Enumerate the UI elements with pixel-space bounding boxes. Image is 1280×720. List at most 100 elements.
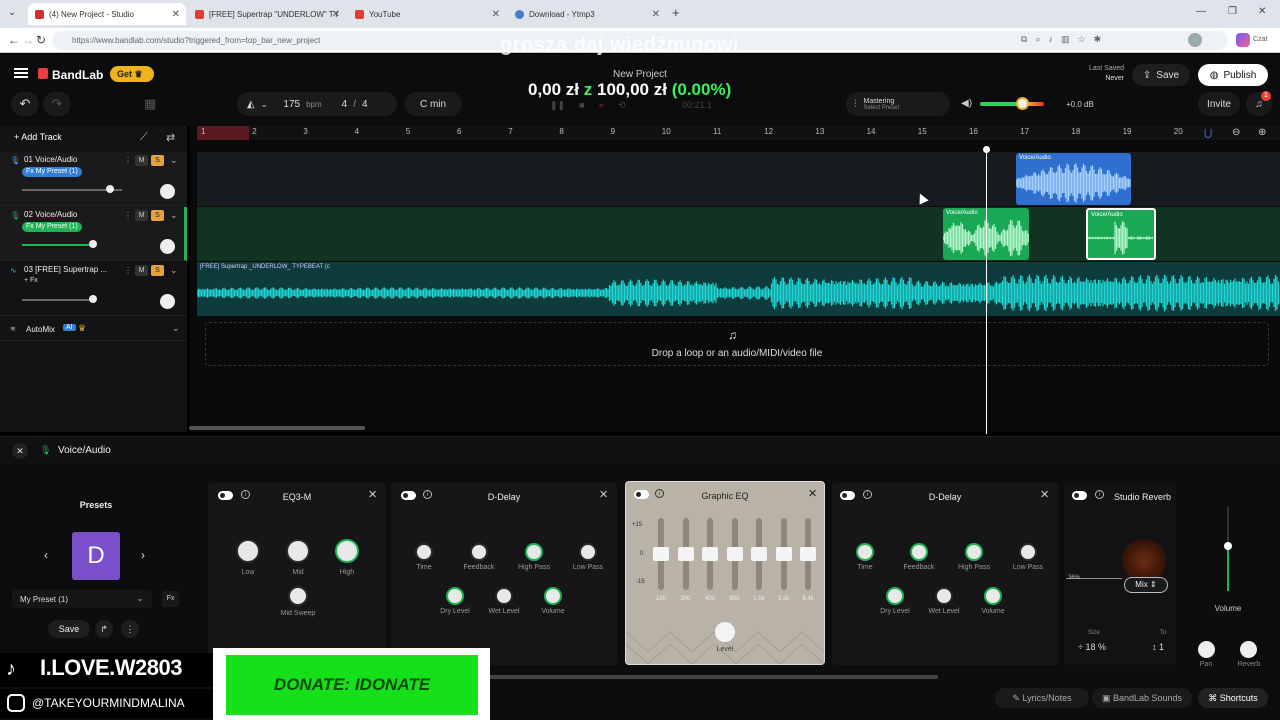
solo-button[interactable]: S [151, 155, 164, 166]
key-selector[interactable]: C min [404, 92, 462, 116]
share-icon[interactable]: ↱ [95, 620, 113, 638]
knob-feedback[interactable] [470, 543, 488, 561]
pan-knob[interactable] [1198, 641, 1215, 658]
track-volume-slider[interactable] [22, 244, 94, 246]
copilot-icon[interactable] [1236, 33, 1250, 47]
volume-handle[interactable] [89, 240, 97, 248]
knob-volume[interactable] [984, 587, 1002, 605]
preset-avatar[interactable]: D [72, 532, 120, 580]
volume-handle[interactable] [106, 185, 114, 193]
undo-button[interactable]: ↶ [11, 92, 39, 116]
track-row[interactable]: 🎙 01 Voice/Audio ⋮ M S ⌄ Fx My Preset (1… [0, 152, 187, 206]
close-effect-icon[interactable]: ✕ [1040, 488, 1049, 501]
tempo-value[interactable]: 175 [283, 99, 300, 110]
speaker-icon[interactable]: ◀) [961, 98, 972, 109]
metronome-icon[interactable]: ◭ [247, 99, 255, 110]
eq-band-handle[interactable] [751, 547, 767, 561]
profile-avatar[interactable] [1188, 33, 1202, 47]
drop-zone[interactable]: ♫ Drop a loop or an audio/MIDI/video fil… [205, 322, 1269, 366]
tab-youtube[interactable]: YouTube ✕ [348, 3, 506, 25]
track-row[interactable]: ∿ 03 [FREE] Supertrap ... ⋮ M S ⌄ + Fx [0, 262, 187, 316]
record-icon[interactable]: ● [599, 100, 604, 111]
close-window-icon[interactable]: ✕ [1258, 6, 1266, 17]
eq-band-handle[interactable] [800, 547, 816, 561]
kebab-menu-icon[interactable]: ⋮ [124, 211, 132, 220]
get-membership-button[interactable]: Get ♛ [110, 66, 154, 82]
level-knob[interactable] [715, 622, 735, 642]
previous-preset-icon[interactable]: ‹ [44, 548, 48, 562]
tab-list-icon[interactable]: ⌄ [8, 7, 16, 18]
close-effect-icon[interactable]: ✕ [599, 488, 608, 501]
chevron-down-icon[interactable]: ⌄ [170, 265, 178, 276]
signature-numerator[interactable]: 4 [342, 99, 348, 110]
project-title[interactable]: New Project [590, 69, 690, 80]
track-name[interactable]: 02 Voice/Audio [24, 210, 77, 219]
eq-band-handle[interactable] [726, 547, 743, 561]
chevron-down-icon[interactable]: ⌄ [170, 155, 178, 166]
mix-selector[interactable]: Mix ⇕ [1124, 577, 1168, 593]
snap-magnet-icon[interactable]: ⋃ [1204, 128, 1212, 139]
lyrics-notes-button[interactable]: ✎ Lyrics/Notes [995, 688, 1089, 708]
reverb-knob[interactable] [1240, 641, 1257, 658]
timeline-ruler[interactable]: 1 2 3 4 5 6 7 8 9 10 11 12 13 14 15 16 17 18 19 20 [197, 126, 1280, 140]
tab-ytmp3[interactable]: Download - Ytmp3 ✕ [508, 3, 666, 25]
shortcuts-button[interactable]: ⌘ Shortcuts [1198, 688, 1268, 708]
mute-button[interactable]: M [135, 210, 148, 221]
maximize-icon[interactable]: ❐ [1228, 6, 1237, 17]
close-tab-icon[interactable]: ✕ [492, 9, 500, 20]
fx-button[interactable]: Fx [162, 591, 179, 607]
master-volume-slider[interactable] [980, 102, 1044, 106]
star-icon[interactable]: ☆ [1078, 34, 1086, 46]
save-preset-button[interactable]: Save [48, 620, 90, 638]
info-icon[interactable]: i [1095, 490, 1104, 499]
knob-mid[interactable] [286, 539, 310, 563]
invite-button[interactable]: Invite [1198, 92, 1240, 116]
next-preset-icon[interactable]: › [141, 548, 145, 562]
mic-icon[interactable]: ♪ [1048, 34, 1053, 46]
eq-band-handle[interactable] [677, 547, 694, 561]
knob-wet-level[interactable] [495, 587, 513, 605]
knob-high[interactable] [335, 539, 359, 563]
pan-knob[interactable] [160, 294, 175, 309]
lane-track-2[interactable]: Voice/Audio Voice/Audio [197, 207, 1280, 261]
knob-mid-sweep[interactable] [288, 586, 308, 606]
pan-knob[interactable] [160, 239, 175, 254]
master-volume-handle[interactable] [1016, 97, 1029, 110]
knob-feedback[interactable] [910, 543, 928, 561]
size-value[interactable]: ÷ 18 % [1078, 642, 1106, 652]
solo-button[interactable]: S [151, 265, 164, 276]
eq-band-handle[interactable] [653, 547, 669, 561]
to-value[interactable]: ↕ 1 [1152, 642, 1164, 652]
knob-time[interactable] [856, 543, 874, 561]
zoom-out-icon[interactable]: ⊖ [1232, 127, 1240, 138]
knob-wet-level[interactable] [935, 587, 953, 605]
zoom-in-icon[interactable]: ⊕ [1258, 127, 1266, 138]
automix-row[interactable]: ≋ AutoMix AI ♛ ⌄ [0, 319, 187, 341]
close-effect-icon[interactable]: ✕ [368, 488, 377, 501]
knob-low-pass[interactable] [1019, 543, 1037, 561]
back-icon[interactable]: ← [8, 33, 20, 47]
fx-preset-chip[interactable]: Fx My Preset (1) [22, 167, 82, 177]
eq-band-handle[interactable] [702, 547, 718, 561]
preset-select[interactable]: My Preset (1) ⌄ [12, 590, 152, 608]
track-row[interactable]: 🎙 02 Voice/Audio ⋮ M S ⌄ Fx My Preset (1… [0, 207, 187, 261]
solo-button[interactable]: S [151, 210, 164, 221]
knob-time[interactable] [415, 543, 433, 561]
close-tab-icon[interactable]: ✕ [332, 9, 340, 20]
mute-button[interactable]: M [135, 155, 148, 166]
knob-dry-level[interactable] [446, 587, 464, 605]
more-options-icon[interactable]: ⋮ [121, 620, 139, 638]
volume-handle[interactable] [89, 295, 97, 303]
bandlab-logo[interactable]: BandLab [52, 68, 103, 82]
lane-track-1[interactable]: Voice/Audio [197, 152, 1280, 206]
sidebar-icon[interactable]: ▥ [1061, 34, 1070, 46]
track-name[interactable]: 01 Voice/Audio [24, 155, 77, 164]
signature-denominator[interactable]: 4 [362, 99, 368, 110]
track-volume-slider[interactable] [22, 299, 94, 301]
playhead[interactable] [986, 148, 987, 434]
extensions-icon[interactable]: ✱ [1094, 34, 1102, 46]
kebab-menu-icon[interactable]: ⋮ [124, 156, 132, 165]
eq-band-handle[interactable] [775, 547, 792, 561]
forward-icon[interactable]: → [22, 33, 34, 47]
knob-low-pass[interactable] [579, 543, 597, 561]
